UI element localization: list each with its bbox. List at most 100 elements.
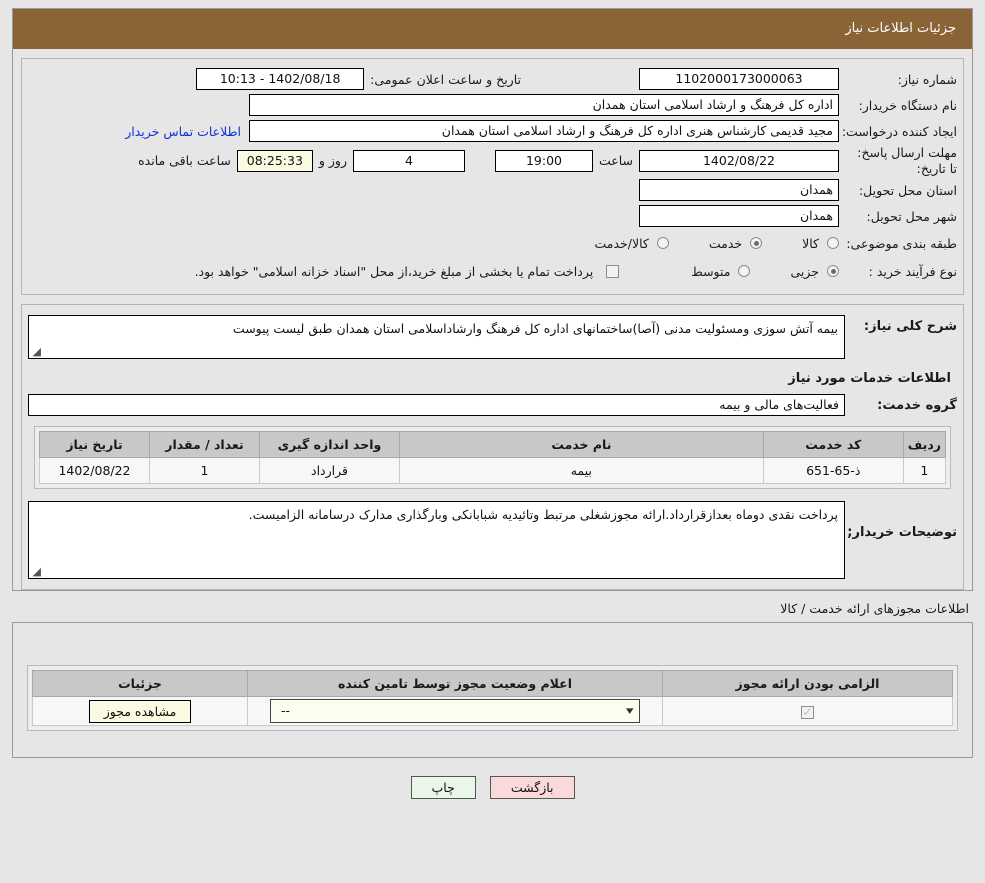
- license-status-value: --: [281, 703, 291, 719]
- licenses-panel: الزامی بودن ارائه مجوز اعلام وضعیت مجوز …: [12, 622, 973, 759]
- services-table: ردیف کد خدمت نام خدمت واحد اندازه گیری ت…: [39, 431, 947, 485]
- col-quantity: تعداد / مقدار: [149, 431, 260, 459]
- row-buyer-org: نام دستگاه خریدار: اداره کل فرهنگ و ارشا…: [28, 93, 957, 117]
- process-type-label: نوع فرآیند خرید :: [868, 263, 957, 279]
- radio-label: متوسط: [691, 263, 731, 279]
- license-status-dropdown[interactable]: ▾ --: [270, 699, 640, 724]
- row-deadline: مهلت ارسال پاسخ: تا تاریخ: 1402/08/22 سا…: [28, 145, 957, 176]
- remaining-days-field: 4: [352, 149, 465, 172]
- col-license-required: الزامی بودن ارائه مجوز: [662, 670, 953, 698]
- radio-option-jozei[interactable]: جزیی: [788, 264, 839, 279]
- col-row-number: ردیف: [902, 431, 947, 459]
- buyer-notes-textarea[interactable]: پرداخت نقدی دوماه بعدازقرارداد.ارائه مجو…: [28, 501, 845, 580]
- radio-circle-icon[interactable]: [750, 237, 763, 250]
- services-section-title: اطلاعات خدمات مورد نیاز: [788, 371, 951, 387]
- classification-label: طبقه بندی موضوعی:: [846, 235, 957, 251]
- treasury-note-text: پرداخت تمام یا بخشی از مبلغ خرید،از محل …: [194, 263, 594, 279]
- description-textarea[interactable]: بیمه آتش سوزی ومسئولیت مدنی (آصا)ساختمان…: [28, 315, 845, 360]
- cell-row-number: 1: [902, 457, 947, 485]
- province-label: استان محل تحویل:: [858, 182, 957, 198]
- service-group-label: گروه خدمت:: [877, 397, 957, 413]
- back-button[interactable]: بازگشت: [489, 776, 575, 800]
- radio-label: کالا: [802, 235, 819, 251]
- buyer-notes-value: پرداخت نقدی دوماه بعدازقرارداد.ارائه مجو…: [248, 507, 838, 523]
- countdown-timer: 08:25:33: [236, 149, 313, 172]
- deadline-date-field[interactable]: 1402/08/22: [639, 149, 839, 172]
- radio-circle-icon[interactable]: [827, 237, 839, 250]
- need-form: شماره نیاز: 1102000173000063 تاریخ و ساع…: [21, 58, 964, 296]
- radio-option-motevaset[interactable]: متوسط: [689, 263, 751, 279]
- need-number-field[interactable]: 1102000173000063: [639, 68, 839, 90]
- page-title: جزئیات اطلاعات نیاز: [13, 9, 972, 49]
- footer-actions: بازگشت چاپ: [0, 776, 985, 800]
- buyer-notes-label: توضیحات خریدار;: [847, 525, 957, 541]
- cell-service-name: بیمه: [399, 457, 764, 485]
- cell-license-details: مشاهده مجوز: [32, 696, 248, 727]
- description-value: بیمه آتش سوزی ومسئولیت مدنی (آصا)ساختمان…: [232, 321, 838, 337]
- print-button[interactable]: چاپ: [410, 776, 476, 800]
- need-details-panel: جزئیات اطلاعات نیاز شماره نیاز: 11020001…: [12, 8, 973, 592]
- cell-license-required: [662, 696, 953, 727]
- row-description: شرح کلی نیاز: بیمه آتش سوزی ومسئولیت مدن…: [28, 315, 957, 360]
- row-process-type: نوع فرآیند خرید : جزیی متوسط پرداخت تمام…: [28, 258, 957, 284]
- days-label: روز و: [318, 153, 347, 169]
- row-classification: طبقه بندی موضوعی: کالا خدمت کالا/خدمت: [28, 230, 957, 256]
- radio-label: جزیی: [790, 263, 819, 279]
- creator-field[interactable]: مجید قدیمی کارشناس هنری اداره کل فرهنگ و…: [249, 120, 839, 142]
- deadline-time-field[interactable]: 19:00: [494, 149, 593, 172]
- cell-need-date: 1402/08/22: [39, 457, 150, 485]
- time-label: ساعت: [598, 153, 633, 169]
- buyer-contact-link[interactable]: اطلاعات تماس خریدار: [117, 124, 249, 139]
- treasury-checkbox[interactable]: [606, 264, 620, 278]
- view-license-button[interactable]: مشاهده مجوز: [88, 699, 192, 723]
- services-table-header-row: ردیف کد خدمت نام خدمت واحد اندازه گیری ت…: [39, 431, 947, 459]
- col-license-status: اعلام وضعیت مجوز توسط تامین کننده: [247, 670, 663, 698]
- chevron-down-icon: ▾: [626, 704, 635, 718]
- cell-service-code: ذ-65-651: [762, 457, 904, 485]
- description-section: شرح کلی نیاز: بیمه آتش سوزی ومسئولیت مدن…: [21, 304, 964, 591]
- row-city: شهر محل تحویل: همدان: [28, 204, 957, 228]
- col-need-date: تاریخ نیاز: [39, 431, 150, 459]
- countdown-label: ساعت باقی مانده: [138, 153, 231, 169]
- radio-label: کالا/خدمت: [594, 235, 649, 251]
- radio-option-khedmat[interactable]: خدمت: [707, 235, 763, 251]
- announcement-datetime-field[interactable]: 1402/08/18 - 10:13: [196, 68, 365, 90]
- announcement-label: تاریخ و ساعت اعلان عمومی:: [370, 71, 521, 87]
- col-license-details: جزئیات: [32, 670, 248, 698]
- buyer-org-field[interactable]: اداره کل فرهنگ و ارشاد اسلامی استان همدا…: [249, 94, 839, 116]
- licenses-inner: الزامی بودن ارائه مجوز اعلام وضعیت مجوز …: [21, 631, 964, 750]
- radio-label: خدمت: [708, 235, 743, 251]
- cell-quantity: 1: [149, 457, 260, 485]
- resize-grip-icon[interactable]: ◢: [31, 346, 41, 357]
- cell-license-status: ▾ --: [247, 696, 663, 727]
- description-label: شرح کلی نیاز:: [863, 319, 957, 335]
- col-service-name: نام خدمت: [399, 431, 764, 459]
- row-need-number: شماره نیاز: 1102000173000063 تاریخ و ساع…: [28, 67, 957, 91]
- city-label: شهر محل تحویل:: [866, 208, 957, 224]
- radio-option-kala-khedmat[interactable]: کالا/خدمت: [592, 235, 669, 251]
- licenses-section-title: اطلاعات مجوزهای ارائه خدمت / کالا: [780, 601, 969, 617]
- licenses-table-frame: الزامی بودن ارائه مجوز اعلام وضعیت مجوز …: [27, 665, 958, 732]
- row-buyer-notes: توضیحات خریدار; پرداخت نقدی دوماه بعدازق…: [28, 501, 957, 580]
- city-field[interactable]: همدان: [639, 205, 839, 228]
- table-row: ▾ -- مشاهده مجوز: [32, 696, 953, 727]
- buyer-org-label: نام دستگاه خریدار:: [858, 97, 957, 113]
- licenses-table: الزامی بودن ارائه مجوز اعلام وضعیت مجوز …: [32, 670, 953, 727]
- radio-circle-icon[interactable]: [656, 237, 669, 250]
- cell-unit: قرارداد: [259, 457, 400, 485]
- need-number-label: شماره نیاز:: [897, 71, 957, 87]
- classification-radio-group: کالا خدمت کالا/خدمت: [558, 236, 839, 251]
- table-row: 1 ذ-65-651 بیمه قرارداد 1 1402/08/22: [39, 457, 947, 485]
- process-radio-group: جزیی متوسط: [655, 264, 839, 279]
- province-field[interactable]: همدان: [639, 179, 839, 202]
- col-service-code: کد خدمت: [762, 431, 904, 459]
- row-province: استان محل تحویل: همدان: [28, 178, 957, 202]
- row-service-group: گروه خدمت: فعالیت‌های مالی و بیمه: [28, 394, 957, 417]
- deadline-label: مهلت ارسال پاسخ: تا تاریخ:: [857, 145, 957, 176]
- radio-circle-icon[interactable]: [827, 265, 839, 278]
- radio-circle-icon[interactable]: [738, 265, 751, 278]
- service-group-field[interactable]: فعالیت‌های مالی و بیمه: [28, 394, 845, 417]
- licenses-table-header-row: الزامی بودن ارائه مجوز اعلام وضعیت مجوز …: [32, 670, 953, 698]
- radio-option-kala[interactable]: کالا: [800, 236, 839, 251]
- resize-grip-icon[interactable]: ◢: [31, 566, 41, 577]
